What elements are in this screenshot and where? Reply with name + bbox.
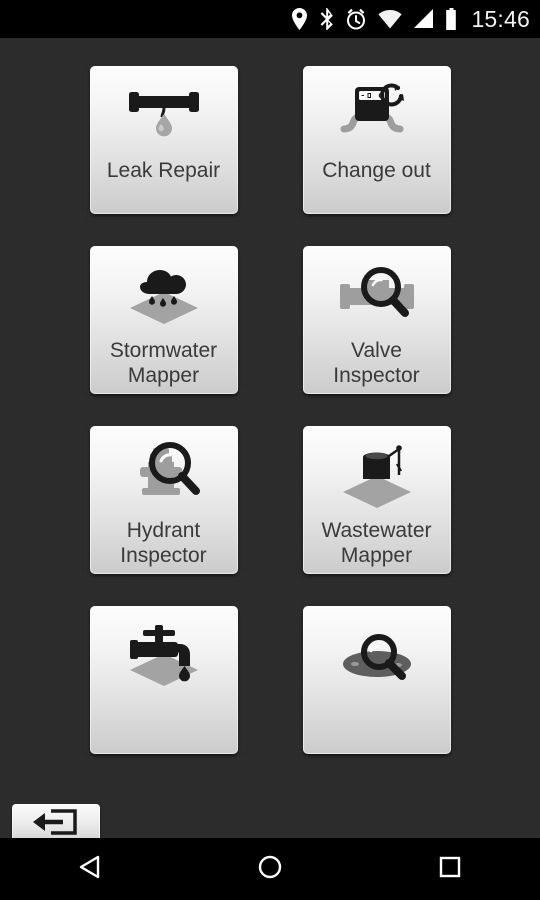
home-circle-icon bbox=[256, 853, 284, 886]
nav-back-button[interactable] bbox=[35, 838, 145, 900]
tile-manhole-inspector[interactable] bbox=[302, 606, 451, 754]
recents-square-icon bbox=[436, 853, 464, 886]
tile-hydrant-inspector[interactable]: Hydrant Inspector bbox=[89, 426, 238, 574]
battery-icon bbox=[445, 8, 458, 30]
tile-label: Leak Repair bbox=[106, 159, 221, 182]
tile-water-mapper[interactable] bbox=[89, 606, 238, 754]
status-bar-clock: 15:46 bbox=[471, 5, 530, 32]
manhole-map-icon bbox=[322, 438, 432, 516]
tile-label: Change out bbox=[322, 159, 431, 182]
valve-magnifier-icon bbox=[322, 258, 432, 336]
bluetooth-icon bbox=[319, 8, 334, 30]
tile-stormwater-mapper[interactable]: Stormwater Mapper bbox=[89, 246, 238, 394]
tile-label: Stormwater Mapper bbox=[109, 339, 218, 387]
tile-grid: Leak Repair Change out Stormwater Mapper… bbox=[0, 38, 540, 754]
nav-home-button[interactable] bbox=[215, 838, 325, 900]
hydrant-magnifier-icon bbox=[109, 438, 219, 516]
alarm-clock-icon bbox=[345, 8, 367, 30]
wifi-icon bbox=[378, 9, 403, 29]
exit-arrow-icon bbox=[29, 808, 83, 841]
pipe-leak-icon bbox=[109, 78, 219, 156]
tile-label: Hydrant Inspector bbox=[120, 519, 207, 567]
tile-change-out[interactable]: Change out bbox=[302, 66, 451, 214]
phone-screen: 15:46 Leak Repair Change out Stormwater … bbox=[0, 0, 540, 900]
android-navigation-bar bbox=[0, 838, 540, 900]
meter-swap-icon bbox=[322, 78, 432, 156]
rain-cloud-map-icon bbox=[109, 258, 219, 336]
tile-label: Wastewater Mapper bbox=[321, 519, 432, 567]
tile-wastewater-mapper[interactable]: Wastewater Mapper bbox=[302, 426, 451, 574]
tile-leak-repair[interactable]: Leak Repair bbox=[89, 66, 238, 214]
manhole-magnifier-icon bbox=[322, 618, 432, 696]
status-bar: 15:46 bbox=[0, 0, 540, 38]
cell-signal-icon bbox=[413, 9, 434, 29]
app-launcher-content[interactable]: Leak Repair Change out Stormwater Mapper… bbox=[0, 38, 540, 862]
location-pin-icon bbox=[291, 8, 308, 30]
faucet-map-icon bbox=[109, 618, 219, 696]
back-triangle-icon bbox=[76, 853, 104, 886]
tile-label: Valve Inspector bbox=[333, 339, 420, 387]
nav-recents-button[interactable] bbox=[395, 838, 505, 900]
status-icon-group bbox=[291, 8, 458, 30]
tile-valve-inspector[interactable]: Valve Inspector bbox=[302, 246, 451, 394]
